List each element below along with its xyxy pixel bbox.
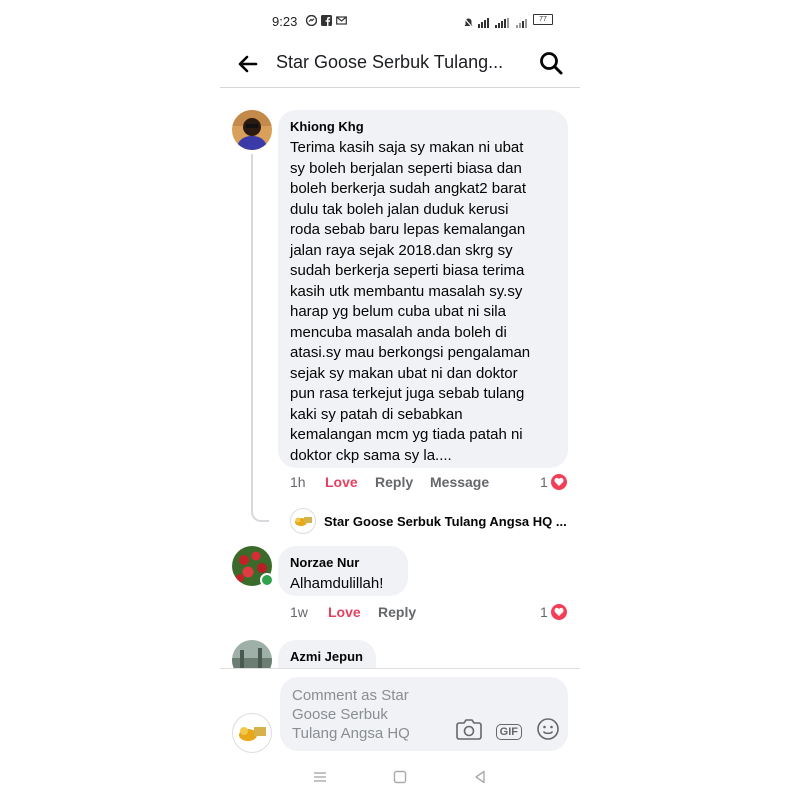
love-button[interactable]: Love (325, 474, 375, 490)
comment-text-line: boleh berkerja sudah angkat2 barat (290, 180, 527, 197)
thread-connector (251, 506, 269, 522)
phone-screen: 9:23 77 Star Goose Serbuk Tulang... Khio… (220, 0, 580, 800)
status-time: 9:23 (272, 14, 298, 29)
emoji-icon[interactable] (536, 717, 560, 746)
comment-text-line: harap yg belum cuba ubat ni sila (290, 303, 506, 320)
comment-author[interactable]: Norzae Nur (290, 555, 396, 570)
comment-author[interactable]: Khiong Khg (290, 119, 556, 134)
comment-actions: 1w Love Reply (290, 604, 416, 620)
search-icon[interactable] (538, 50, 566, 78)
thread-line (251, 154, 253, 506)
placeholder-line: Comment as Star (292, 687, 409, 704)
comment-text: Alhamdulillah! (290, 575, 384, 592)
online-status-indicator (260, 573, 274, 587)
comment-text-line: sudah berkerja seperti biasa terima (290, 262, 525, 279)
notification-icons (305, 13, 347, 27)
comment-input[interactable]: Comment as Star Goose Serbuk Tulang Angs… (280, 677, 568, 751)
reply-preview[interactable]: Star Goose Serbuk Tulang Angsa HQ ... (290, 508, 567, 534)
comment-text-line: roda sebab baru lepas kemalangan (290, 221, 526, 238)
messenger-icon (305, 13, 318, 27)
comment-text-line: kemalangan mcm yg tiada patah ni (290, 426, 523, 443)
app-bar: Star Goose Serbuk Tulang... (220, 42, 580, 88)
comment-text-line: pun rasa terkejut juga sebab tulang (290, 385, 525, 402)
camera-icon[interactable] (455, 718, 482, 745)
heart-icon (550, 474, 567, 490)
message-button[interactable]: Message (430, 474, 489, 490)
reaction-count: 1 (540, 474, 548, 490)
menu-icon[interactable] (313, 770, 327, 788)
page-avatar (232, 713, 272, 753)
status-bar: 9:23 77 (220, 0, 580, 42)
back-nav-icon[interactable] (473, 770, 487, 789)
page-logo-icon (290, 508, 316, 534)
comment-bubble[interactable]: Norzae Nur Alhamdulillah! (278, 546, 408, 596)
avatar[interactable] (232, 640, 272, 668)
reaction-summary[interactable]: 1 (540, 604, 567, 620)
back-arrow-icon[interactable] (236, 52, 262, 76)
comment-time[interactable]: 1w (290, 604, 328, 620)
comment-text-line: Terima kasih saja sy makan ni ubat (290, 139, 524, 156)
comment-text-line: mencuba masalah anda boleh di (290, 323, 507, 341)
comment-text-line: atasi.sy mau berkongsi pengalaman (290, 344, 531, 361)
home-icon[interactable] (393, 770, 407, 789)
placeholder-line: Goose Serbuk (292, 706, 388, 723)
comment-text-line: sy boleh berjalan seperti biasa dan (290, 159, 522, 177)
comment-text-line: kasih utk membantu masalah sy.sy (290, 282, 523, 300)
comment-text-line: dulu tak boleh jalan duduk kerusi (290, 200, 509, 218)
comment-text-line: sejak sy makan ubat ni dan doktor (290, 364, 518, 382)
avatar[interactable] (232, 110, 272, 150)
comment-bubble[interactable]: Azmi Jepun (278, 640, 376, 668)
comment-text: Terima kasih saja sy makan ni ubat sy bol… (290, 138, 556, 466)
reaction-summary[interactable]: 1 (540, 474, 567, 490)
reply-author: Star Goose Serbuk Tulang Angsa HQ ... (324, 513, 567, 529)
signal-icon (495, 15, 511, 28)
comment-bubble[interactable]: Khiong Khg Terima kasih saja sy makan ni… (278, 110, 568, 468)
comment-actions: 1h Love Reply Message (290, 474, 489, 490)
gif-icon[interactable]: GIF (495, 723, 522, 740)
reply-button[interactable]: Reply (378, 604, 416, 620)
comment-time[interactable]: 1h (290, 474, 325, 490)
love-button[interactable]: Love (328, 604, 378, 620)
heart-icon (550, 604, 567, 620)
comment-placeholder: Comment as Star Goose Serbuk Tulang Angs… (292, 686, 442, 743)
mail-icon (336, 13, 347, 25)
reaction-count: 1 (540, 604, 548, 620)
page-title: Star Goose Serbuk Tulang... (276, 52, 504, 72)
wifi-icon (478, 15, 490, 28)
comment-text-line: doktor ckp sama sy la.... (290, 446, 452, 464)
composer-icons: GIF (455, 717, 560, 746)
system-icons: 77 (463, 14, 553, 28)
mute-icon (463, 15, 474, 28)
placeholder-line: Tulang Angsa HQ (292, 725, 410, 742)
system-nav-bar (220, 758, 580, 800)
comment-author[interactable]: Azmi Jepun (290, 649, 364, 664)
signal-icon-2 (516, 15, 528, 28)
comment-text-line: jalan raya sejak 2018.dan skrg sy (290, 241, 513, 259)
battery-icon: 77 (533, 14, 553, 25)
comments-list[interactable]: Khiong Khg Terima kasih saja sy makan ni… (220, 88, 580, 668)
comment-text-line: kaki sy patah di sebabkan (290, 405, 463, 423)
facebook-icon (321, 13, 332, 26)
comment-composer: Comment as Star Goose Serbuk Tulang Angs… (220, 668, 580, 759)
reply-button[interactable]: Reply (375, 474, 430, 490)
